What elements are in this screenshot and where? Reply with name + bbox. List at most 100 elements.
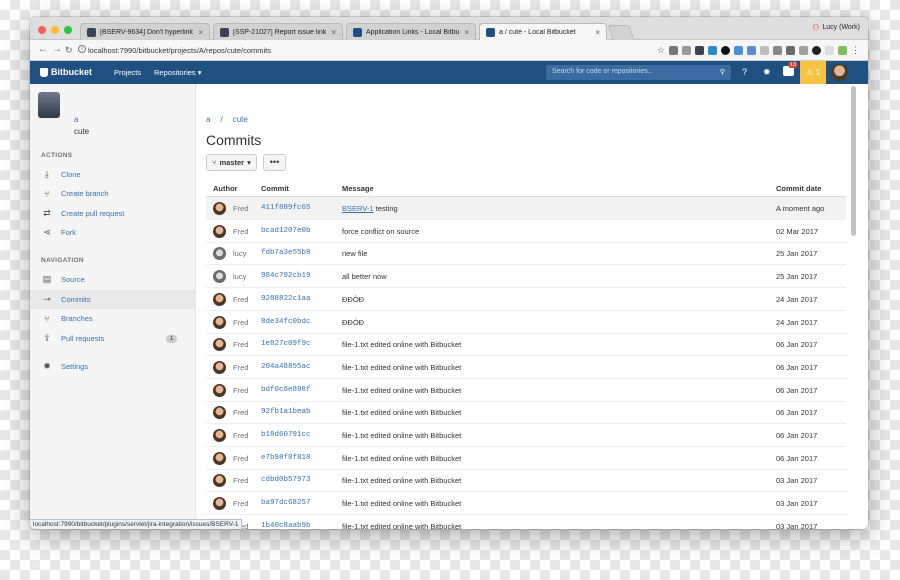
- commit-hash-link[interactable]: 1b40c8aab9b: [261, 522, 311, 529]
- search-placeholder: Search for code or repositories...: [552, 68, 654, 75]
- table-row[interactable]: Fred1b40c8aab9bfile-1.txt edited online …: [206, 515, 846, 529]
- breadcrumb-repo[interactable]: cute: [233, 115, 248, 124]
- commit-hash-link[interactable]: bdf0c6e898f: [261, 386, 311, 394]
- search-input[interactable]: Search for code or repositories... ⚲: [546, 65, 731, 80]
- warning-button[interactable]: ⚠ 1: [800, 61, 826, 84]
- url-input[interactable]: localhost:7990/bitbucket/projects/A/repo…: [88, 46, 271, 55]
- extension-icon[interactable]: [708, 46, 717, 55]
- browser-tab-2[interactable]: [SSP-21027] Report issue link ×: [213, 23, 343, 40]
- tab-close-icon[interactable]: ×: [464, 28, 469, 37]
- sidebar-item-settings[interactable]: ✹ Settings: [30, 357, 196, 376]
- extension-icon[interactable]: [812, 46, 821, 55]
- table-row[interactable]: lucy fdb7a3e55b8 new file 25 Jan 2017: [206, 242, 846, 266]
- bookmark-star-icon[interactable]: ☆: [657, 45, 665, 56]
- new-tab-button[interactable]: [607, 25, 635, 40]
- breadcrumb-project[interactable]: a: [206, 115, 210, 124]
- site-info-icon[interactable]: i: [78, 45, 86, 53]
- extension-icon[interactable]: [669, 46, 678, 55]
- issue-link[interactable]: BSERV-1: [342, 204, 374, 213]
- minimize-window-button[interactable]: [51, 26, 59, 34]
- commits-icon: ⊸: [43, 294, 51, 304]
- user-avatar[interactable]: [831, 64, 848, 81]
- table-row[interactable]: Fred 8de34fc0bdc ÐÐÒÐ 24 Jan 2017: [206, 311, 846, 334]
- extension-icon[interactable]: [734, 46, 743, 55]
- author-avatar: [213, 338, 226, 352]
- sidebar-item-pull-requests[interactable]: ⇪ Pull requests 1: [30, 329, 196, 348]
- extension-icon[interactable]: [721, 46, 730, 55]
- forward-arrow-icon[interactable]: →: [52, 44, 62, 55]
- extension-icon[interactable]: [838, 46, 847, 55]
- commit-hash-link[interactable]: 9288822c1aa: [261, 295, 311, 303]
- table-row[interactable]: Fred 1e827c09f9c file-1.txt edited online …: [206, 333, 846, 357]
- nav-projects[interactable]: Projects: [114, 68, 141, 77]
- branch-selector[interactable]: ⑂ master ▾: [206, 154, 257, 171]
- extension-icon[interactable]: [682, 46, 691, 55]
- author-avatar: [213, 406, 226, 420]
- extension-icon[interactable]: [773, 46, 782, 55]
- author-avatar: [213, 247, 226, 261]
- table-row[interactable]: Fred 92fb1a1beab file-1.txt edited online …: [206, 401, 846, 425]
- sidebar-item-clone[interactable]: ⤓ Clone: [30, 165, 196, 184]
- tab-close-icon[interactable]: ×: [198, 28, 203, 37]
- extension-icon[interactable]: [825, 46, 834, 55]
- profile-chip[interactable]: ⚇ Lucy (Work): [812, 23, 860, 32]
- repo-sidebar: a cute ACTIONS ⤓ Clone ⑂ Create branch ⇄…: [30, 84, 196, 529]
- sidebar-item-create-pull-request[interactable]: ⇄ Create pull request: [30, 204, 196, 223]
- sidebar-item-commits[interactable]: ⊸ Commits: [30, 290, 196, 309]
- commit-hash-link[interactable]: e7b98f8f818: [261, 454, 311, 462]
- commit-author: Fred: [233, 385, 249, 395]
- table-row[interactable]: Fred 9288822c1aa ÐÐÒÐ 24 Jan 2017: [206, 288, 846, 311]
- chevron-down-icon: ▾: [247, 158, 251, 167]
- commit-hash-link[interactable]: fdb7a3e55b8: [261, 249, 311, 257]
- table-row[interactable]: Fred cdbd0b57973 file-1.txt edited online …: [206, 469, 846, 493]
- sidebar-item-source[interactable]: ▤ Source: [30, 270, 196, 289]
- commit-hash-link[interactable]: 984c792cb19: [261, 272, 311, 280]
- table-row[interactable]: lucy 984c792cb19 all better now 25 Jan 2017: [206, 265, 846, 289]
- table-row[interactable]: Fred bcad1207e0b force conflict on source 0…: [206, 220, 846, 243]
- table-row[interactable]: Fred bdf0c6e898f file-1.txt edited online …: [206, 379, 846, 402]
- extension-icon[interactable]: [799, 46, 808, 55]
- commit-hash-link[interactable]: cdbd0b57973: [261, 476, 311, 484]
- browser-tab-3[interactable]: Application Links - Local Bitbu ×: [346, 23, 476, 40]
- commit-hash-link[interactable]: 8de34fc0bdc: [261, 318, 311, 326]
- browser-tab-1[interactable]: [BSERV-9634] Don't hyperlink ×: [80, 23, 210, 40]
- repo-avatar[interactable]: [38, 92, 60, 118]
- table-row[interactable]: Fred 204a48855ac file-1.txt edited online …: [206, 356, 846, 379]
- maximize-window-button[interactable]: [64, 26, 72, 34]
- reload-icon[interactable]: ↻: [65, 45, 73, 56]
- table-row[interactable]: Fred e7b98f8f818 file-1.txt edited online …: [206, 447, 846, 470]
- commit-hash-link[interactable]: bcad1207e0b: [261, 227, 311, 235]
- browser-tab-4[interactable]: a / cute - Local Bitbucket ×: [479, 23, 607, 40]
- commit-date: 24 Jan 2017: [776, 294, 818, 304]
- tab-close-icon[interactable]: ×: [595, 28, 600, 37]
- bitbucket-logo[interactable]: Bitbucket: [40, 67, 92, 77]
- commit-hash-link[interactable]: b18d60791cc: [261, 431, 311, 439]
- table-row[interactable]: Fred b18d60791cc file-1.txt edited online …: [206, 424, 846, 447]
- scrollbar[interactable]: [851, 86, 856, 236]
- tab-close-icon[interactable]: ×: [331, 28, 336, 37]
- back-arrow-icon[interactable]: ←: [38, 44, 48, 55]
- extension-toolbar: ☆ ⋮: [657, 45, 860, 56]
- commit-hash-link[interactable]: 1e827c09f9c: [261, 340, 311, 348]
- extension-icon[interactable]: [760, 46, 769, 55]
- sidebar-item-label: Clone: [61, 170, 81, 179]
- menu-kebab-icon[interactable]: ⋮: [851, 45, 860, 56]
- nav-repositories[interactable]: Repositories ▾: [154, 68, 202, 77]
- extension-icon[interactable]: [786, 46, 795, 55]
- commit-hash-link[interactable]: 92fb1a1beab: [261, 408, 311, 416]
- sidebar-item-branches[interactable]: ⑂ Branches: [30, 309, 196, 328]
- extension-icon[interactable]: [747, 46, 756, 55]
- settings-gear-icon[interactable]: ✹: [763, 67, 771, 78]
- table-row[interactable]: Fred ba97dc68257 file-1.txt edited online …: [206, 492, 846, 516]
- sidebar-item-fork[interactable]: ⋖ Fork: [30, 223, 196, 242]
- extension-icon[interactable]: [695, 46, 704, 55]
- help-icon[interactable]: ?: [742, 67, 747, 77]
- table-row[interactable]: Fred 411f889fc65 BSERV-1 testing A moment a…: [206, 197, 846, 220]
- project-link[interactable]: a: [74, 115, 78, 124]
- sidebar-item-create-branch[interactable]: ⑂ Create branch: [30, 184, 196, 203]
- commit-hash-link[interactable]: ba97dc68257: [261, 499, 311, 507]
- commit-hash-link[interactable]: 204a48855ac: [261, 363, 311, 371]
- close-window-button[interactable]: [38, 26, 46, 34]
- commit-hash-link[interactable]: 411f889fc65: [261, 204, 311, 212]
- more-options-button[interactable]: •••: [263, 154, 286, 171]
